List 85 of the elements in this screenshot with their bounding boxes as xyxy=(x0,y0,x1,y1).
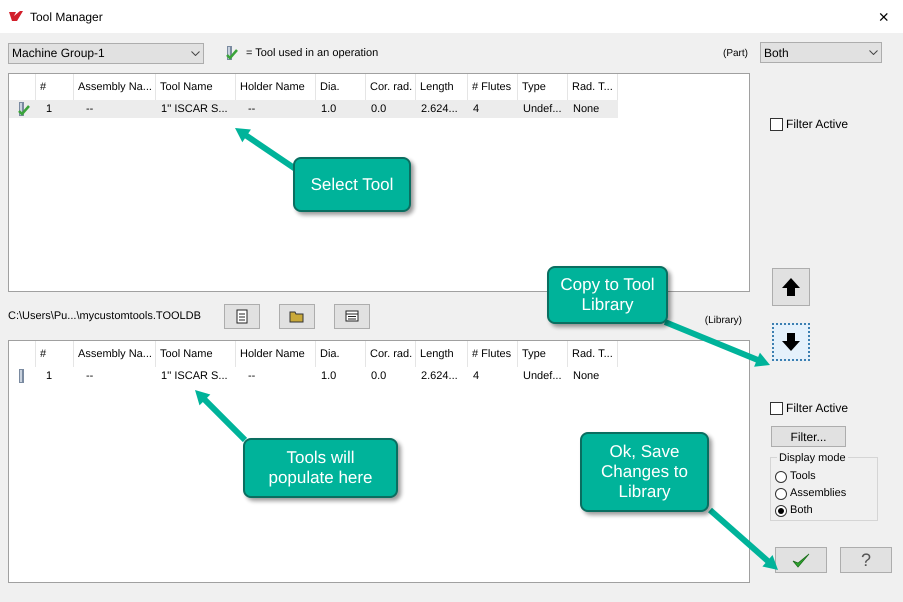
folder-icon xyxy=(288,309,305,323)
column-header[interactable]: Length xyxy=(420,78,454,96)
column-header[interactable]: Assembly Na... xyxy=(78,346,152,362)
library-path: C:\Users\Pu...\mycustomtools.TOOLDB xyxy=(8,308,201,324)
close-button[interactable]: × xyxy=(872,8,895,26)
checkbox[interactable] xyxy=(770,402,783,414)
part-filter-dropdown[interactable]: Both xyxy=(760,42,882,63)
column-header[interactable]: Tool Name xyxy=(160,78,213,96)
copy-to-part-button[interactable] xyxy=(772,268,810,306)
column-header[interactable]: Dia. xyxy=(320,78,340,96)
table-cell: Undef... xyxy=(523,370,562,382)
column-header[interactable]: # Flutes xyxy=(472,78,512,96)
machine-group-dropdown[interactable]: Machine Group-1 xyxy=(8,42,204,64)
checkbox-label: Filter Active xyxy=(786,116,848,133)
radio-label: Assemblies xyxy=(790,486,846,502)
column-header[interactable]: Cor. rad. xyxy=(370,78,412,96)
column-header[interactable]: Holder Name xyxy=(240,346,305,362)
table-cell: 1.0 xyxy=(321,370,336,382)
group-title: Display mode xyxy=(777,450,848,466)
column-header[interactable]: Type xyxy=(522,78,546,96)
table-cell: Undef... xyxy=(523,102,562,115)
ok-button[interactable] xyxy=(775,547,827,573)
table-cell: 1 xyxy=(46,370,52,382)
filter-button[interactable]: Filter... xyxy=(771,426,846,447)
callout: Select Tool xyxy=(293,157,411,212)
table-cell: 1'' ISCAR S... xyxy=(161,102,228,115)
copy-to-library-button[interactable] xyxy=(772,323,810,361)
table-cell: 2.624... xyxy=(421,102,458,115)
table-cell: None xyxy=(573,102,600,115)
column-header[interactable]: Cor. rad. xyxy=(370,346,412,362)
table-cell: -- xyxy=(248,102,256,115)
tool-check-icon xyxy=(16,101,30,117)
column-header[interactable]: Dia. xyxy=(320,346,340,362)
open-folder-button[interactable] xyxy=(278,304,315,328)
table-row[interactable]: 1 -- 1'' ISCAR S... -- 1.0 0.0 2.624... 4 Undef... None xyxy=(9,100,618,118)
radio-label: Both xyxy=(790,503,813,518)
up-arrow-icon xyxy=(781,277,801,297)
help-button[interactable]: ? xyxy=(840,547,892,573)
tool-check-icon xyxy=(224,45,238,61)
table-view-button[interactable] xyxy=(334,304,370,328)
checkmark-icon xyxy=(792,552,810,568)
column-header[interactable]: Tool Name xyxy=(160,346,213,362)
pointer-arrow xyxy=(708,508,778,570)
column-header[interactable]: Assembly Na... xyxy=(78,78,152,96)
column-header[interactable]: # xyxy=(40,346,46,362)
table-cell: -- xyxy=(86,102,94,115)
table-cell: 1 xyxy=(46,102,52,115)
new-file-button[interactable] xyxy=(224,304,260,328)
pointer-arrow xyxy=(195,390,248,442)
column-header[interactable]: Rad. T... xyxy=(572,346,613,362)
column-header[interactable]: Length xyxy=(420,346,454,362)
table-cell: -- xyxy=(248,370,256,382)
column-header[interactable]: # Flutes xyxy=(472,346,512,362)
checkbox[interactable] xyxy=(770,118,783,130)
table-cell: -- xyxy=(86,370,94,382)
window-title: Tool Manager xyxy=(30,8,103,26)
column-header[interactable]: Rad. T... xyxy=(572,78,613,96)
table-cell: None xyxy=(573,370,600,382)
radio-label: Tools xyxy=(790,469,816,484)
radio-button[interactable] xyxy=(775,488,787,500)
callout: Copy to Tool Library xyxy=(547,266,668,324)
table-cell: 4 xyxy=(473,102,480,115)
caret-icon xyxy=(191,50,200,56)
legend-text: = Tool used in an operation xyxy=(246,46,378,61)
table-icon xyxy=(344,310,359,322)
column-header[interactable]: Holder Name xyxy=(240,78,305,96)
table-row[interactable]: 1 -- 1'' ISCAR S... -- 1.0 0.0 2.624... 4 Undef... None xyxy=(9,367,618,385)
document-icon xyxy=(234,308,249,324)
part-label: (Part) xyxy=(723,46,748,60)
table-cell: 0.0 xyxy=(371,102,386,115)
table-cell: 2.624... xyxy=(421,370,458,382)
table-cell: 1'' ISCAR S... xyxy=(161,370,228,382)
callout: Tools will populate here xyxy=(243,438,398,498)
table-cell: 4 xyxy=(473,370,480,382)
table-cell: 0.0 xyxy=(371,370,386,382)
checkbox-label: Filter Active xyxy=(786,400,848,417)
column-header[interactable]: Type xyxy=(522,346,546,362)
caret-icon xyxy=(869,50,878,55)
table-cell: 1.0 xyxy=(321,102,336,115)
down-arrow-icon xyxy=(781,332,801,352)
callout: Ok, Save Changes to Library xyxy=(580,432,709,512)
column-header[interactable]: # xyxy=(40,78,46,96)
radio-button[interactable] xyxy=(775,470,787,482)
library-label: (Library) xyxy=(704,314,742,328)
radio-button[interactable] xyxy=(775,504,787,516)
